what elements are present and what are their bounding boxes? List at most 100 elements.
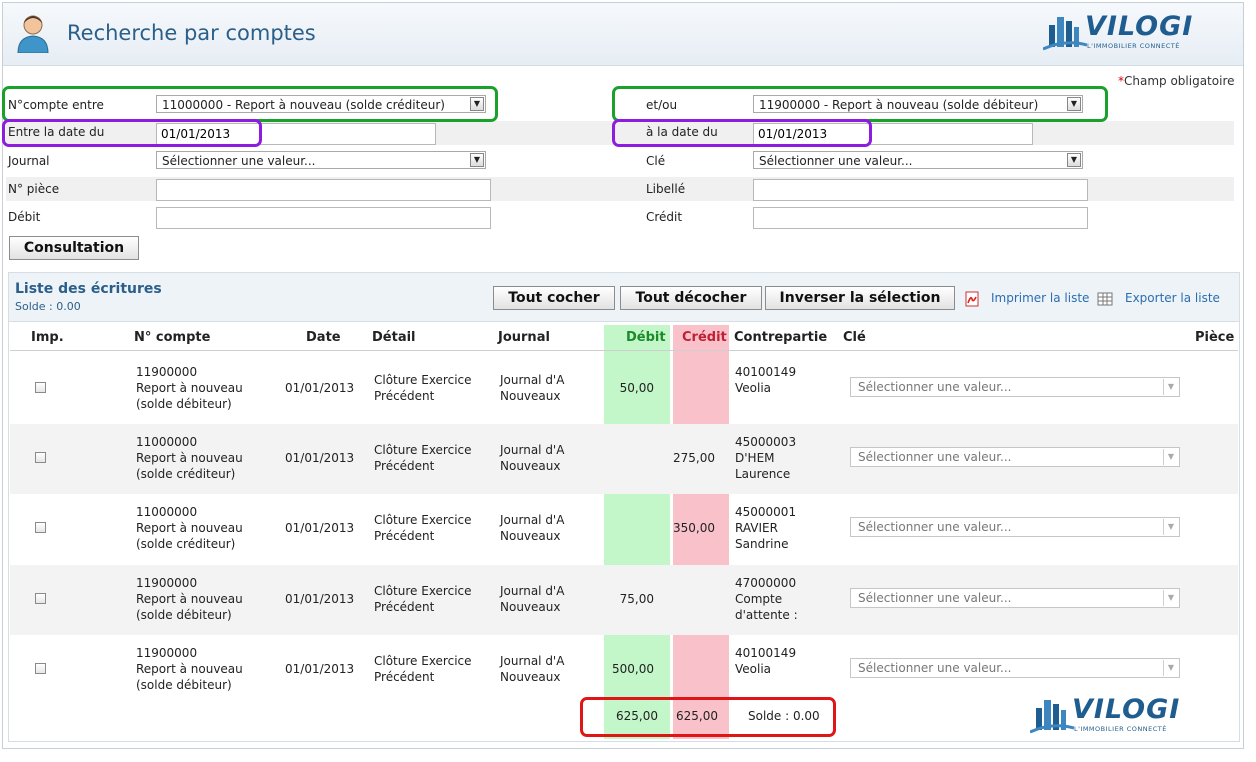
row-contrepartie: Compte [735,592,783,606]
chevron-down-icon[interactable]: ▼ [1163,519,1178,535]
row-journal: Nouveaux [500,529,561,543]
row-contrepartie: 45000003 [735,435,797,449]
row-checkbox[interactable] [35,452,46,463]
row-contrepartie: Veolia [735,381,772,395]
row-account-name: (solde débiteur) [136,397,232,411]
chevron-down-icon[interactable]: ▼ [470,97,484,111]
row-journal: Journal d'A [500,584,565,598]
row-date: 01/01/2013 [285,521,355,535]
col-header-journal: Journal [498,330,550,345]
consultation-button[interactable]: Consultation [9,236,139,260]
chevron-down-icon[interactable]: ▼ [1163,590,1178,606]
user-avatar-icon [17,15,49,53]
row-account-name: (solde débiteur) [136,678,232,692]
row-account-name: (solde débiteur) [136,608,232,622]
row-checkbox[interactable] [35,522,46,533]
account-from-select[interactable]: 11000000 - Report à nouveau (solde crédi… [156,95,486,113]
row-cle-value: Sélectionner une valeur... [858,450,1012,464]
col-header-credit: Crédit [682,330,727,345]
chevron-down-icon[interactable]: ▼ [1067,97,1081,111]
row-contrepartie: RAVIER [735,521,778,535]
row-cle-select[interactable]: Sélectionner une valeur... ▼ [850,658,1180,678]
date-to-label: à la date du [646,125,718,139]
row-journal: Nouveaux [500,389,561,403]
col-header-debit: Débit [626,330,666,345]
check-all-button[interactable]: Tout cocher [493,286,615,310]
cle-label: Clé [646,154,666,168]
row-checkbox[interactable] [35,663,46,674]
buildings-logo-icon [1030,700,1074,734]
row-cle-select[interactable]: Sélectionner une valeur... ▼ [850,447,1180,467]
chevron-down-icon[interactable]: ▼ [470,153,484,167]
piece-input[interactable] [156,179,491,201]
page-title: Recherche par comptes [67,21,316,45]
spreadsheet-icon[interactable] [1097,291,1113,307]
col-header-contrepartie: Contrepartie [734,330,828,345]
logo-word: VILOGI [1085,11,1194,42]
row-detail: Clôture Exercice [374,373,472,387]
row-cle-value: Sélectionner une valeur... [858,661,1012,675]
row-date: 01/01/2013 [285,451,355,465]
total-debit: 625,00 [616,709,658,723]
chevron-down-icon[interactable]: ▼ [1163,379,1178,395]
row-date: 01/01/2013 [285,381,355,395]
debit-input[interactable] [156,207,491,229]
row-journal: Nouveaux [500,670,561,684]
row-cle-select[interactable]: Sélectionner une valeur... ▼ [850,517,1180,537]
row-cle-select[interactable]: Sélectionner une valeur... ▼ [850,377,1180,397]
account-from-value: 11000000 - Report à nouveau (solde crédi… [162,98,445,112]
row-account-name: (solde créditeur) [136,537,236,551]
account-from-label: N°compte entre [8,98,104,112]
row-contrepartie: d'attente : [735,608,798,622]
row-detail: Précédent [374,389,435,403]
row-contrepartie: Veolia [735,662,772,676]
row-checkbox[interactable] [35,382,46,393]
chevron-down-icon[interactable]: ▼ [1163,660,1178,676]
account-to-select[interactable]: 11900000 - Report à nouveau (solde débit… [753,95,1083,113]
row-contrepartie: 47000000 [735,576,797,590]
uncheck-all-button[interactable]: Tout décocher [620,286,762,310]
credit-label: Crédit [646,210,683,224]
row-journal: Nouveaux [500,459,561,473]
row-credit: 350,00 [673,521,715,535]
row-detail: Clôture Exercice [374,513,472,527]
debit-label: Débit [8,210,41,224]
pdf-icon[interactable] [964,291,980,307]
print-list-link[interactable]: Imprimer la liste [991,291,1089,305]
invert-selection-button[interactable]: Inverser la sélection [765,286,955,310]
export-list-link[interactable]: Exporter la liste [1125,291,1220,305]
journal-select[interactable]: Sélectionner une valeur... ▼ [156,151,486,169]
row-cle-value: Sélectionner une valeur... [858,380,1012,394]
credit-input[interactable] [753,207,1088,229]
logo-tagline: L'IMMOBILIER CONNECTÉ [1074,725,1167,733]
col-header-date: Date [306,330,341,345]
chevron-down-icon[interactable]: ▼ [1163,449,1178,465]
row-account-name: Report à nouveau [136,381,243,395]
piece-label: N° pièce [8,182,60,196]
row-contrepartie: Laurence [735,467,791,481]
row-contrepartie: D'HEM [735,451,775,465]
cle-select[interactable]: Sélectionner une valeur... ▼ [753,151,1083,169]
libelle-input[interactable] [753,179,1088,201]
entries-solde: Solde : 0.00 [15,300,81,313]
date-to-input[interactable] [753,123,1033,145]
row-cle-value: Sélectionner une valeur... [858,591,1012,605]
entries-title: Liste des écritures [15,281,162,297]
required-note: *Champ obligatoire [1118,74,1235,88]
chevron-down-icon[interactable]: ▼ [1067,153,1081,167]
row-journal: Journal d'A [500,443,565,457]
row-contrepartie: 45000001 [735,505,797,519]
row-debit: 50,00 [619,381,654,395]
row-cle-select[interactable]: Sélectionner une valeur... ▼ [850,588,1180,608]
date-from-label: Entre la date du [8,125,105,139]
row-account-number: 11000000 [136,505,198,519]
vilogi-logo: VILOGI L'IMMOBILIER CONNECTÉ [1043,9,1199,61]
col-header-cle: Clé [843,330,866,345]
account-to-value: 11900000 - Report à nouveau (solde débit… [759,98,1039,112]
row-checkbox[interactable] [35,593,46,604]
row-detail: Précédent [374,529,435,543]
row-journal: Journal d'A [500,654,565,668]
row-detail: Précédent [374,600,435,614]
row-account-number: 11900000 [136,646,198,660]
date-from-input[interactable] [156,123,436,145]
